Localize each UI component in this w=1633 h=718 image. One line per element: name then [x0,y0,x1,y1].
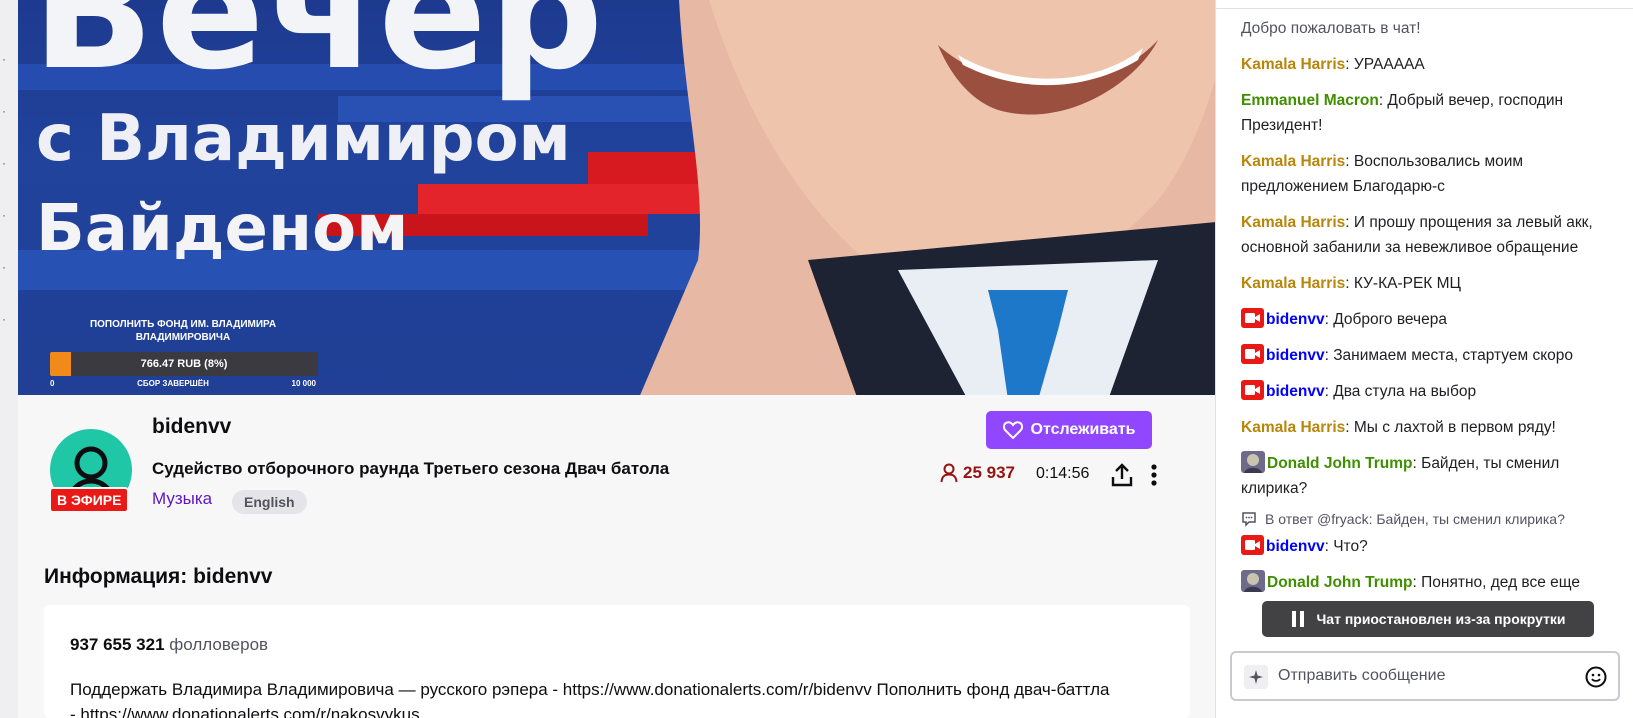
chat-message: Kamala Harris: УРААААА [1241,52,1626,77]
chat-input-box[interactable]: Отправить сообщение [1230,651,1620,701]
chat-message: Kamala Harris: Мы с лахтой в первом ряду… [1241,415,1626,440]
live-badge: В ЭФИРЕ [49,487,130,513]
viewer-count: 25 937 [940,463,1015,483]
share-button[interactable] [1108,461,1136,489]
donation-amount: 766.47 RUB (8%) [140,358,228,370]
chat-username[interactable]: Kamala Harris [1241,56,1345,73]
banner-subtitle: Байденом [36,192,409,266]
category-link[interactable]: Музыка [152,489,212,509]
user-badge-icon[interactable] [1241,451,1265,473]
stream-title: Судейство отборочного раунда Третьего се… [152,459,670,478]
chat-message-text: : КУ-КА-РЕК МЦ [1345,275,1462,292]
chat-message: Kamala Harris: И прошу прощения за левый… [1241,210,1626,260]
about-panel: 937 655 321 фолловеров Поддержать Владим… [44,605,1190,718]
chat-welcome: Добро пожаловать в чат! [1241,20,1421,37]
donation-title: ПОПОЛНИТЬ ФОНД ИМ. ВЛАДИМИРА ВЛАДИМИРОВИ… [89,319,277,343]
rail-marker: · [2,52,6,66]
chat-message-list[interactable]: Добро пожаловать в чат! Kamala Harris: У… [1241,16,1626,606]
video-player[interactable]: Вечер с Владимиром Байденом ПОПОЛНИТЬ ФО… [18,0,1215,395]
donation-scale-max: 10 000 [291,379,316,388]
chat-username[interactable]: Kamala Harris [1241,275,1345,292]
rail-marker: · [2,312,6,326]
chat-message: Donald John Trump: Понятно, дед все еще [1241,570,1626,595]
banner-subtitle: с Владимиром [36,102,571,176]
chat-username[interactable]: Donald John Trump [1267,455,1413,472]
chat-paused-banner[interactable]: Чат приостановлен из-за прокрутки [1262,601,1594,637]
about-heading: Информация: bidenvv [44,565,273,588]
broadcaster-badge-icon[interactable] [1241,380,1264,400]
emote-icon[interactable] [1584,665,1608,689]
chat-username[interactable]: Donald John Trump [1267,574,1413,591]
chat-message: bidenvv: Что? [1241,534,1626,559]
chat-message-text: : Доброго вечера [1324,311,1447,328]
chat-username[interactable]: bidenvv [1266,347,1325,364]
channel-info: В ЭФИРЕ bidenvv Судейство отборочного ра… [18,395,1215,718]
user-badge-icon[interactable] [1241,570,1265,592]
chat-username[interactable]: bidenvv [1266,383,1325,400]
followers-line: 937 655 321 фолловеров [70,635,268,655]
chat-message: Donald John Trump: Байден, ты сменил кли… [1241,451,1626,501]
donation-status: СБОР ЗАВЕРШЁН [137,379,209,388]
donation-scale: 0 СБОР ЗАВЕРШЁН 10 000 [48,379,318,388]
rail-marker: · [2,260,6,274]
chat-input-placeholder[interactable]: Отправить сообщение [1278,667,1445,685]
chat-username[interactable]: Kamala Harris [1241,214,1345,231]
followers-count: 937 655 321 [70,635,165,654]
channel-description: Поддержать Владимира Владимировича — рус… [70,680,1110,718]
chat-message: Emmanuel Macron: Добрый вечер, господин … [1241,88,1626,138]
bits-icon[interactable] [1244,665,1268,689]
chat-message: bidenvv: Два стула на выбор [1241,379,1626,404]
reply-icon [1242,512,1256,527]
chat-message-text: : Что? [1324,538,1368,555]
chat-username[interactable]: bidenvv [1266,311,1325,328]
donation-widget: ПОПОЛНИТЬ ФОНД ИМ. ВЛАДИМИРА ВЛАДИМИРОВИ… [48,318,318,388]
user-icon [940,463,958,483]
follow-label: Отслеживать [1030,421,1136,438]
chat-username[interactable]: Kamala Harris [1241,419,1345,436]
chat-reply-text: В ответ @fryack: Байден, ты сменил клири… [1265,511,1565,527]
donation-progress-bar: 766.47 RUB (8%) [50,352,318,376]
banner-title: Вечер [32,0,606,105]
rail-marker: · [2,104,6,118]
chat-username[interactable]: Kamala Harris [1241,153,1345,170]
chat-message-text: : Мы с лахтой в первом ряду! [1345,419,1556,436]
broadcaster-badge-icon[interactable] [1241,344,1264,364]
chat-message: bidenvv: Занимаем места, стартуем скоро [1241,343,1626,368]
chat-message-text: : Два стула на выбор [1324,383,1477,400]
channel-name[interactable]: bidenvv [152,415,231,439]
more-vertical-icon [1151,464,1157,486]
chat-username[interactable]: bidenvv [1266,538,1325,555]
chat-reply-context[interactable]: В ответ @fryack: Байден, ты сменил клири… [1241,510,1626,528]
stream-page: · · · · · · Вечер с Владимиром Байденом … [0,0,1633,718]
language-tag[interactable]: English [232,490,307,514]
follow-button[interactable]: Отслеживать [986,411,1152,449]
chat-message-text: : Занимаем места, стартуем скоро [1324,347,1574,364]
chat-message: bidenvv: Доброго вечера [1241,307,1626,332]
stream-uptime: 0:14:56 [1036,465,1090,482]
chat-username[interactable]: Emmanuel Macron [1241,92,1379,109]
pause-icon [1292,611,1305,627]
heart-icon [1002,421,1023,439]
chat-message: Kamala Harris: Воспользовались моим пред… [1241,149,1626,199]
chat-message-text: : УРААААА [1345,56,1425,73]
share-icon [1111,463,1133,487]
chat-message: Kamala Harris: КУ-КА-РЕК МЦ [1241,271,1626,296]
chat-divider [1216,8,1633,9]
rail-marker: · [2,156,6,170]
broadcaster-badge-icon[interactable] [1241,308,1264,328]
host-portrait-image [640,0,1215,395]
chat-message-text: : Понятно, дед все еще [1412,574,1580,591]
chat-paused-label: Чат приостановлен из-за прокрутки [1316,611,1566,627]
more-options-button[interactable] [1144,461,1164,489]
viewer-count-value: 25 937 [963,463,1015,482]
broadcaster-badge-icon[interactable] [1241,535,1264,555]
donation-scale-min: 0 [50,379,55,388]
left-sidebar-collapsed: · · · · · · [0,0,18,718]
followers-label: фолловеров [169,635,269,654]
rail-marker: · [2,208,6,222]
